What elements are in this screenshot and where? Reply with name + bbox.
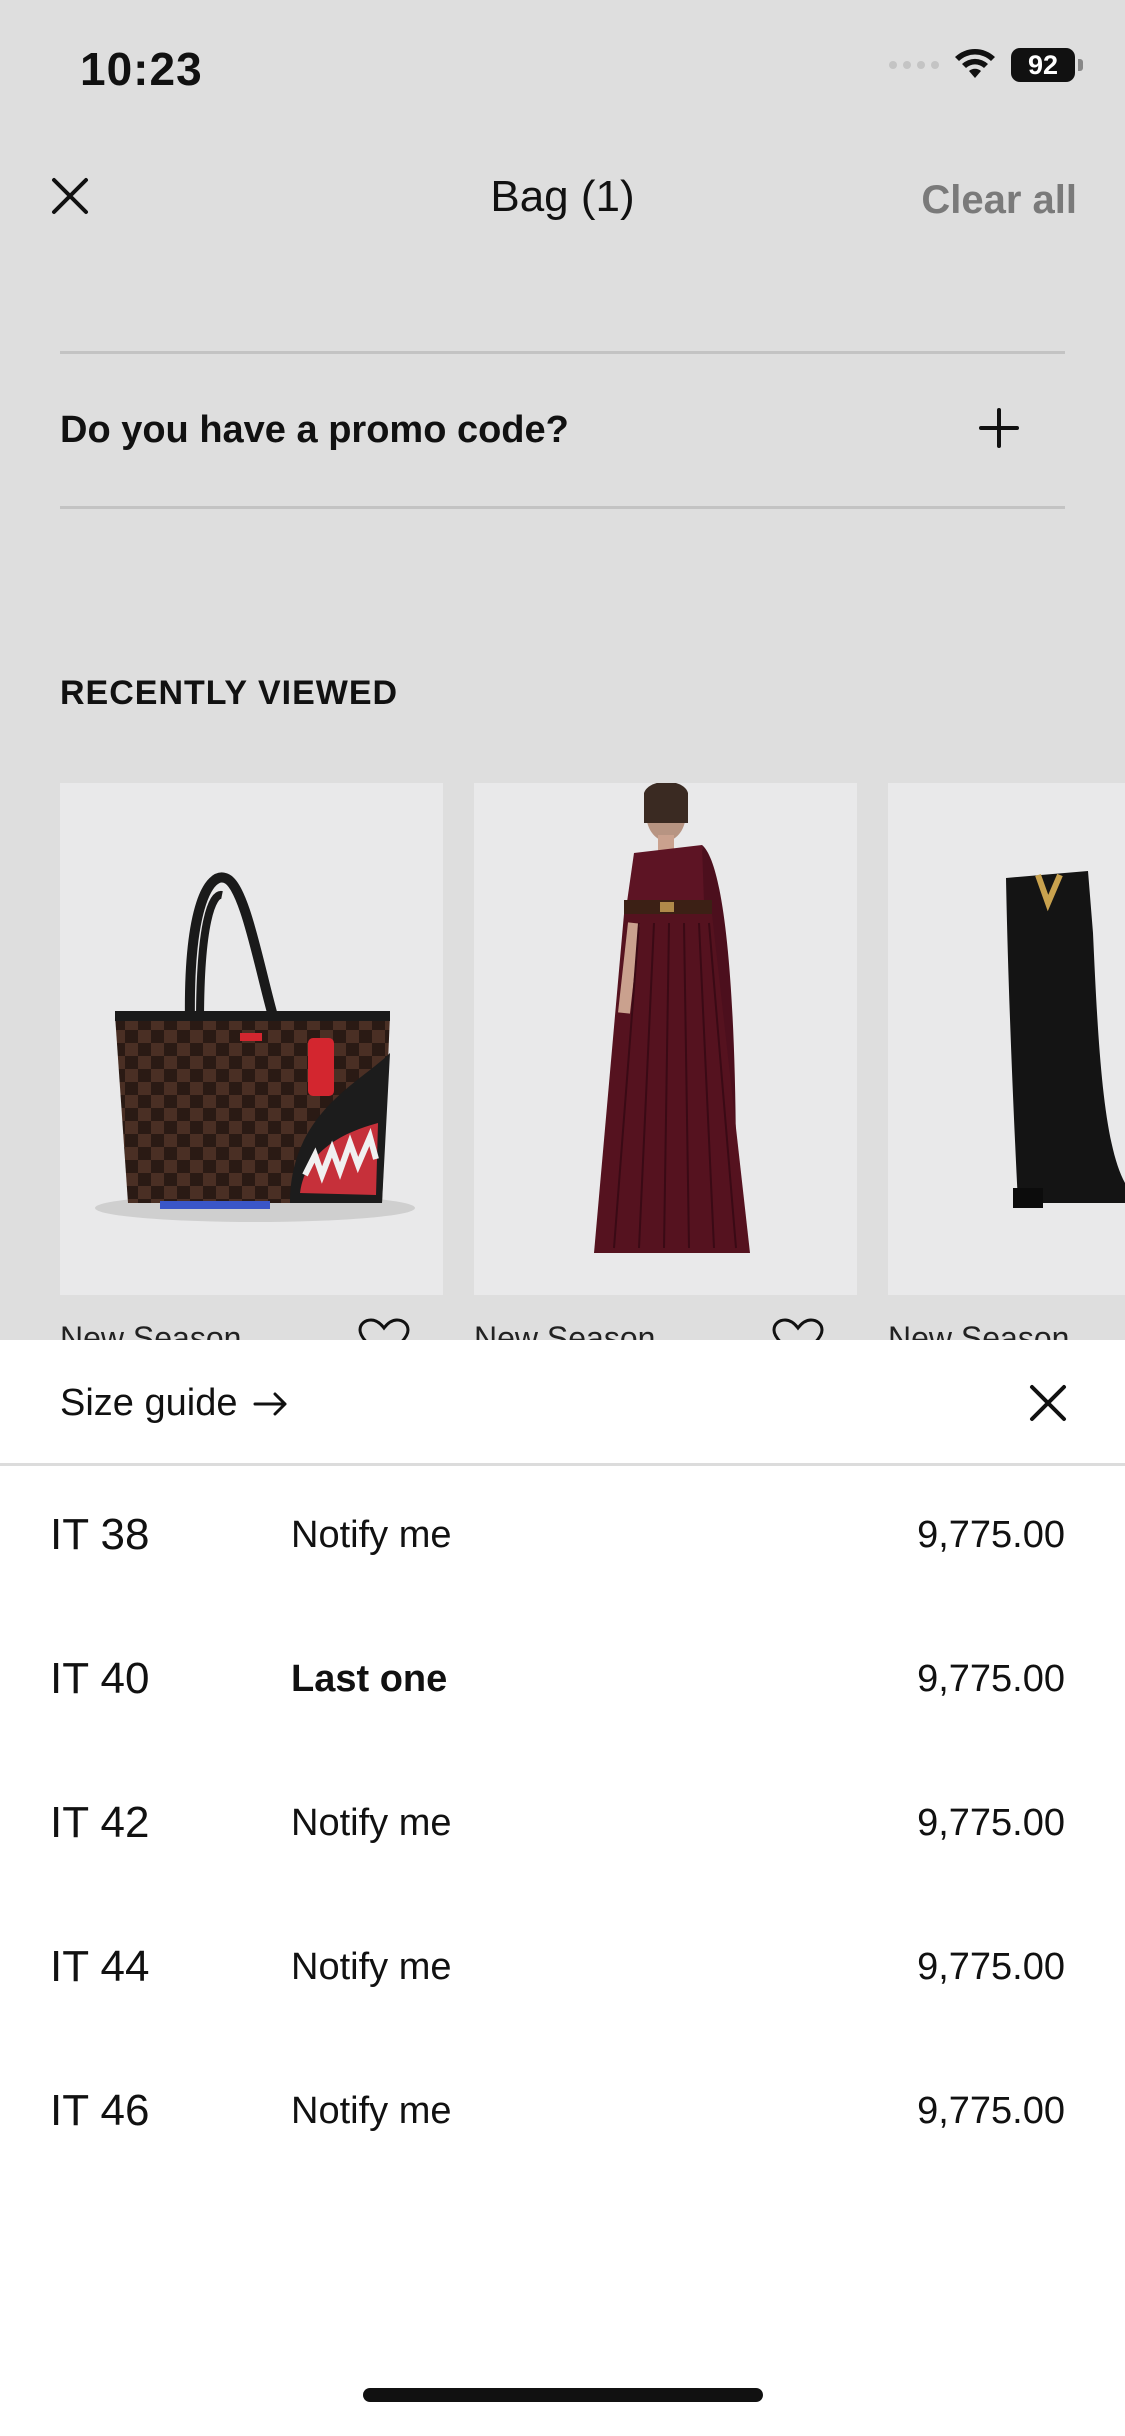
size-status: Notify me [291, 1802, 452, 1844]
dress-image [594, 783, 750, 1253]
status-time: 10:23 [80, 43, 203, 95]
size-price: 9,775.00 [917, 1802, 1065, 1844]
size-status: Notify me [291, 1514, 452, 1556]
size-selector-sheet: Size guide IT 38 Notify me 9,775.00 IT 4… [0, 1340, 1125, 2436]
size-option-row[interactable]: IT 38 Notify me 9,775.00 [0, 1466, 1125, 1610]
battery-icon: 92 [1011, 48, 1083, 82]
product-image-boot[interactable] [888, 783, 1125, 1295]
battery-level: 92 [1011, 48, 1075, 82]
size-price: 9,775.00 [917, 1514, 1065, 1556]
home-indicator[interactable] [363, 2388, 763, 2402]
wifi-icon [955, 49, 995, 78]
size-label: IT 40 [50, 1654, 150, 1703]
recently-viewed-title: RECENTLY VIEWED [60, 674, 399, 712]
size-label: IT 46 [50, 2086, 150, 2135]
size-option-row[interactable]: IT 44 Notify me 9,775.00 [0, 1898, 1125, 2042]
promo-code-row[interactable]: Do you have a promo code? [60, 351, 1065, 509]
size-label: IT 44 [50, 1942, 150, 1991]
size-price: 9,775.00 [917, 2090, 1065, 2132]
promo-code-label: Do you have a promo code? [60, 409, 569, 451]
size-option-row[interactable]: IT 42 Notify me 9,775.00 [0, 1754, 1125, 1898]
size-guide-label: Size guide [60, 1382, 238, 1424]
close-icon[interactable] [1027, 1382, 1069, 1424]
cellular-signal-icon [889, 61, 939, 69]
status-icons: 92 [889, 48, 1083, 82]
boot-image [1006, 871, 1125, 1208]
size-status: Notify me [291, 2090, 452, 2132]
size-option-row[interactable]: IT 40 Last one 9,775.00 [0, 1610, 1125, 1754]
size-status: Notify me [291, 1946, 452, 1988]
size-guide-link[interactable]: Size guide [60, 1382, 291, 1425]
size-status: Last one [291, 1658, 448, 1700]
plus-icon[interactable] [977, 406, 1021, 450]
size-label: IT 42 [50, 1798, 150, 1847]
size-sheet-header: Size guide [0, 1340, 1125, 1466]
arrow-right-icon [253, 1392, 287, 1415]
product-image-tote-bag[interactable] [60, 783, 443, 1295]
clear-all-button[interactable]: Clear all [921, 178, 1077, 223]
tote-bag-image [95, 872, 415, 1222]
size-option-row[interactable]: IT 46 Notify me 9,775.00 [0, 2042, 1125, 2186]
bag-header: Bag (1) Clear all [0, 150, 1125, 250]
size-price: 9,775.00 [917, 1946, 1065, 1988]
status-bar: 10:23 92 [0, 0, 1125, 130]
size-label: IT 38 [50, 1510, 150, 1559]
size-price: 9,775.00 [917, 1658, 1065, 1700]
product-image-dress[interactable] [474, 783, 857, 1295]
